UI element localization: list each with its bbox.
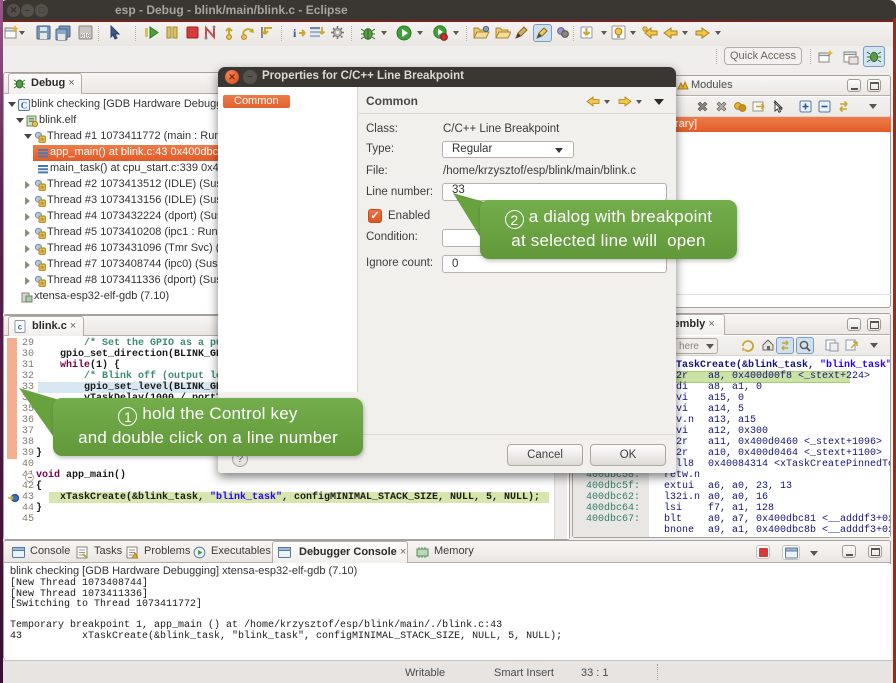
svg-text:C: C (21, 101, 28, 111)
svg-text:010: 010 (81, 34, 90, 40)
svg-text:c: c (18, 323, 23, 332)
svg-text:i: i (293, 26, 297, 40)
